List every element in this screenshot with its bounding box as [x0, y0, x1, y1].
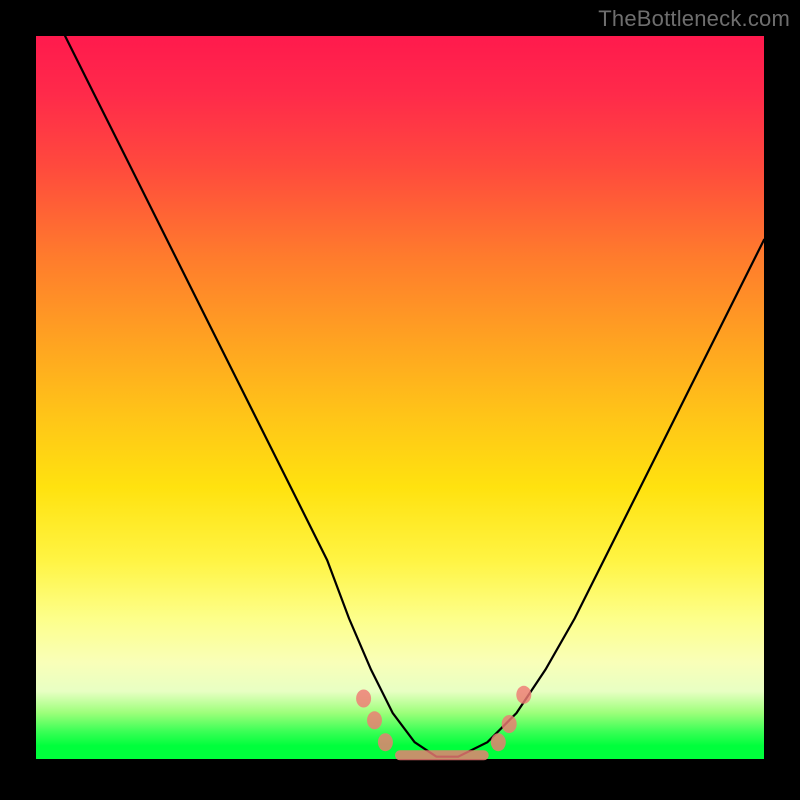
highlight-dot — [502, 715, 517, 733]
highlight-dot — [356, 690, 371, 708]
watermark-label: TheBottleneck.com — [598, 6, 790, 32]
highlight-dot — [516, 686, 531, 704]
highlight-dot — [367, 711, 382, 729]
chart-frame: TheBottleneck.com — [0, 0, 800, 800]
plot-area — [36, 36, 764, 764]
bottleneck-curve — [36, 36, 764, 757]
highlight-dot — [491, 733, 506, 751]
highlight-markers — [356, 686, 531, 751]
highlight-dot — [378, 733, 393, 751]
bottleneck-chart-svg — [36, 36, 764, 764]
